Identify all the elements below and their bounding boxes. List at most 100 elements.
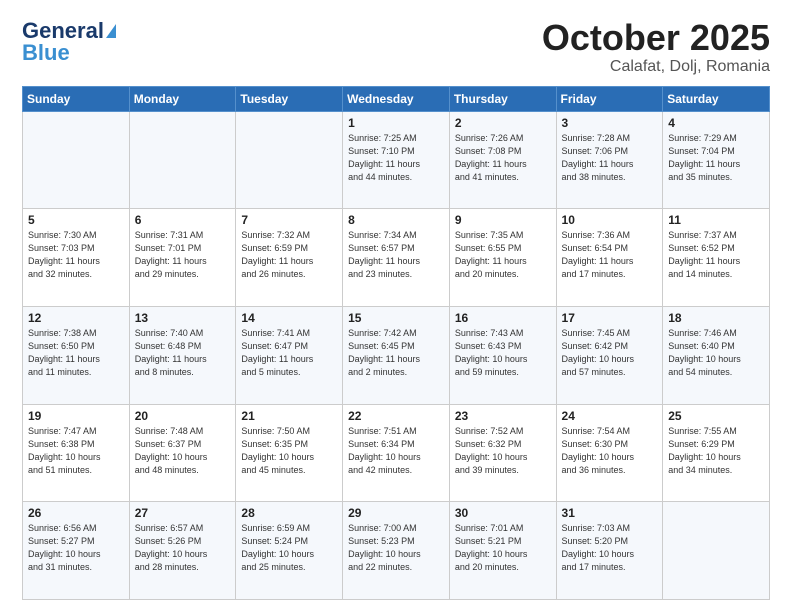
- calendar-cell: 30 Sunrise: 7:01 AM Sunset: 5:21 PM Dayli…: [449, 502, 556, 600]
- day-info: Sunrise: 7:52 AM Sunset: 6:32 PM Dayligh…: [455, 425, 551, 477]
- day-number: 22: [348, 409, 444, 423]
- calendar-cell: 6 Sunrise: 7:31 AM Sunset: 7:01 PM Daylig…: [129, 209, 236, 307]
- calendar-cell: 11 Sunrise: 7:37 AM Sunset: 6:52 PM Dayli…: [663, 209, 770, 307]
- calendar-cell: 7 Sunrise: 7:32 AM Sunset: 6:59 PM Daylig…: [236, 209, 343, 307]
- day-number: 30: [455, 506, 551, 520]
- calendar-cell: [129, 111, 236, 209]
- calendar-cell: 21Sunrise: 7:50 AM Sunset: 6:35 PM Dayli…: [236, 404, 343, 502]
- calendar-cell: 24 Sunrise: 7:54 AM Sunset: 6:30 PM Dayli…: [556, 404, 663, 502]
- day-number: 20: [135, 409, 231, 423]
- day-number: 4: [668, 116, 764, 130]
- logo: General Blue: [22, 18, 116, 66]
- day-number: 29: [348, 506, 444, 520]
- day-number: 7: [241, 213, 337, 227]
- calendar-cell: 13Sunrise: 7:40 AM Sunset: 6:48 PM Dayli…: [129, 306, 236, 404]
- day-number: 28: [241, 506, 337, 520]
- day-number: 3: [562, 116, 658, 130]
- calendar-cell: 16 Sunrise: 7:43 AM Sunset: 6:43 PM Dayli…: [449, 306, 556, 404]
- weekday-header-row: Sunday Monday Tuesday Wednesday Thursday…: [23, 86, 770, 111]
- day-number: 13: [135, 311, 231, 325]
- calendar-week-row: 12Sunrise: 7:38 AM Sunset: 6:50 PM Dayli…: [23, 306, 770, 404]
- logo-triangle-icon: [106, 24, 116, 38]
- day-number: 31: [562, 506, 658, 520]
- day-info: Sunrise: 7:47 AM Sunset: 6:38 PM Dayligh…: [28, 425, 124, 477]
- calendar-cell: 22 Sunrise: 7:51 AM Sunset: 6:34 PM Dayli…: [343, 404, 450, 502]
- calendar-cell: 15 Sunrise: 7:42 AM Sunset: 6:45 PM Dayli…: [343, 306, 450, 404]
- day-number: 9: [455, 213, 551, 227]
- day-info: Sunrise: 7:38 AM Sunset: 6:50 PM Dayligh…: [28, 327, 124, 379]
- day-info: Sunrise: 7:31 AM Sunset: 7:01 PM Dayligh…: [135, 229, 231, 281]
- day-number: 26: [28, 506, 124, 520]
- day-number: 15: [348, 311, 444, 325]
- day-info: Sunrise: 7:54 AM Sunset: 6:30 PM Dayligh…: [562, 425, 658, 477]
- calendar-cell: 27Sunrise: 6:57 AM Sunset: 5:26 PM Dayli…: [129, 502, 236, 600]
- calendar-cell: 5Sunrise: 7:30 AM Sunset: 7:03 PM Daylig…: [23, 209, 130, 307]
- day-number: 19: [28, 409, 124, 423]
- calendar-week-row: 5Sunrise: 7:30 AM Sunset: 7:03 PM Daylig…: [23, 209, 770, 307]
- day-info: Sunrise: 6:59 AM Sunset: 5:24 PM Dayligh…: [241, 522, 337, 574]
- day-info: Sunrise: 7:29 AM Sunset: 7:04 PM Dayligh…: [668, 132, 764, 184]
- day-info: Sunrise: 7:50 AM Sunset: 6:35 PM Dayligh…: [241, 425, 337, 477]
- th-tuesday: Tuesday: [236, 86, 343, 111]
- calendar-cell: 23Sunrise: 7:52 AM Sunset: 6:32 PM Dayli…: [449, 404, 556, 502]
- calendar-cell: 28 Sunrise: 6:59 AM Sunset: 5:24 PM Dayli…: [236, 502, 343, 600]
- calendar-cell: 2Sunrise: 7:26 AM Sunset: 7:08 PM Daylig…: [449, 111, 556, 209]
- day-info: Sunrise: 7:45 AM Sunset: 6:42 PM Dayligh…: [562, 327, 658, 379]
- day-number: 5: [28, 213, 124, 227]
- day-info: Sunrise: 7:37 AM Sunset: 6:52 PM Dayligh…: [668, 229, 764, 281]
- calendar-week-row: 19 Sunrise: 7:47 AM Sunset: 6:38 PM Dayli…: [23, 404, 770, 502]
- calendar-cell: 25Sunrise: 7:55 AM Sunset: 6:29 PM Dayli…: [663, 404, 770, 502]
- day-info: Sunrise: 7:42 AM Sunset: 6:45 PM Dayligh…: [348, 327, 444, 379]
- calendar-cell: 29Sunrise: 7:00 AM Sunset: 5:23 PM Dayli…: [343, 502, 450, 600]
- day-number: 27: [135, 506, 231, 520]
- calendar-cell: 1Sunrise: 7:25 AM Sunset: 7:10 PM Daylig…: [343, 111, 450, 209]
- th-saturday: Saturday: [663, 86, 770, 111]
- day-number: 1: [348, 116, 444, 130]
- calendar-title: October 2025: [542, 18, 770, 58]
- calendar-cell: 12Sunrise: 7:38 AM Sunset: 6:50 PM Dayli…: [23, 306, 130, 404]
- page: General Blue October 2025 Calafat, Dolj,…: [0, 0, 792, 612]
- day-info: Sunrise: 7:03 AM Sunset: 5:20 PM Dayligh…: [562, 522, 658, 574]
- calendar-cell: 3 Sunrise: 7:28 AM Sunset: 7:06 PM Daylig…: [556, 111, 663, 209]
- day-info: Sunrise: 7:32 AM Sunset: 6:59 PM Dayligh…: [241, 229, 337, 281]
- day-info: Sunrise: 7:26 AM Sunset: 7:08 PM Dayligh…: [455, 132, 551, 184]
- calendar-week-row: 26 Sunrise: 6:56 AM Sunset: 5:27 PM Dayli…: [23, 502, 770, 600]
- th-monday: Monday: [129, 86, 236, 111]
- calendar-cell: 10Sunrise: 7:36 AM Sunset: 6:54 PM Dayli…: [556, 209, 663, 307]
- day-number: 14: [241, 311, 337, 325]
- day-info: Sunrise: 7:48 AM Sunset: 6:37 PM Dayligh…: [135, 425, 231, 477]
- calendar-week-row: 1Sunrise: 7:25 AM Sunset: 7:10 PM Daylig…: [23, 111, 770, 209]
- calendar-cell: 14Sunrise: 7:41 AM Sunset: 6:47 PM Dayli…: [236, 306, 343, 404]
- calendar-cell: 4 Sunrise: 7:29 AM Sunset: 7:04 PM Daylig…: [663, 111, 770, 209]
- day-number: 6: [135, 213, 231, 227]
- day-info: Sunrise: 7:28 AM Sunset: 7:06 PM Dayligh…: [562, 132, 658, 184]
- calendar-subtitle: Calafat, Dolj, Romania: [542, 58, 770, 76]
- day-info: Sunrise: 6:56 AM Sunset: 5:27 PM Dayligh…: [28, 522, 124, 574]
- day-info: Sunrise: 7:51 AM Sunset: 6:34 PM Dayligh…: [348, 425, 444, 477]
- day-number: 24: [562, 409, 658, 423]
- calendar-cell: 8Sunrise: 7:34 AM Sunset: 6:57 PM Daylig…: [343, 209, 450, 307]
- header: General Blue October 2025 Calafat, Dolj,…: [22, 18, 770, 76]
- day-number: 10: [562, 213, 658, 227]
- day-info: Sunrise: 7:46 AM Sunset: 6:40 PM Dayligh…: [668, 327, 764, 379]
- day-number: 16: [455, 311, 551, 325]
- day-info: Sunrise: 7:01 AM Sunset: 5:21 PM Dayligh…: [455, 522, 551, 574]
- logo-blue: Blue: [22, 40, 70, 66]
- calendar-cell: [23, 111, 130, 209]
- calendar-cell: 9 Sunrise: 7:35 AM Sunset: 6:55 PM Daylig…: [449, 209, 556, 307]
- day-number: 25: [668, 409, 764, 423]
- th-sunday: Sunday: [23, 86, 130, 111]
- calendar-cell: [663, 502, 770, 600]
- day-number: 18: [668, 311, 764, 325]
- calendar-cell: 18 Sunrise: 7:46 AM Sunset: 6:40 PM Dayli…: [663, 306, 770, 404]
- th-thursday: Thursday: [449, 86, 556, 111]
- calendar-cell: 17Sunrise: 7:45 AM Sunset: 6:42 PM Dayli…: [556, 306, 663, 404]
- calendar-cell: 31 Sunrise: 7:03 AM Sunset: 5:20 PM Dayli…: [556, 502, 663, 600]
- day-info: Sunrise: 7:43 AM Sunset: 6:43 PM Dayligh…: [455, 327, 551, 379]
- day-number: 8: [348, 213, 444, 227]
- day-info: Sunrise: 7:35 AM Sunset: 6:55 PM Dayligh…: [455, 229, 551, 281]
- calendar-cell: [236, 111, 343, 209]
- th-friday: Friday: [556, 86, 663, 111]
- calendar-table: Sunday Monday Tuesday Wednesday Thursday…: [22, 86, 770, 600]
- day-number: 11: [668, 213, 764, 227]
